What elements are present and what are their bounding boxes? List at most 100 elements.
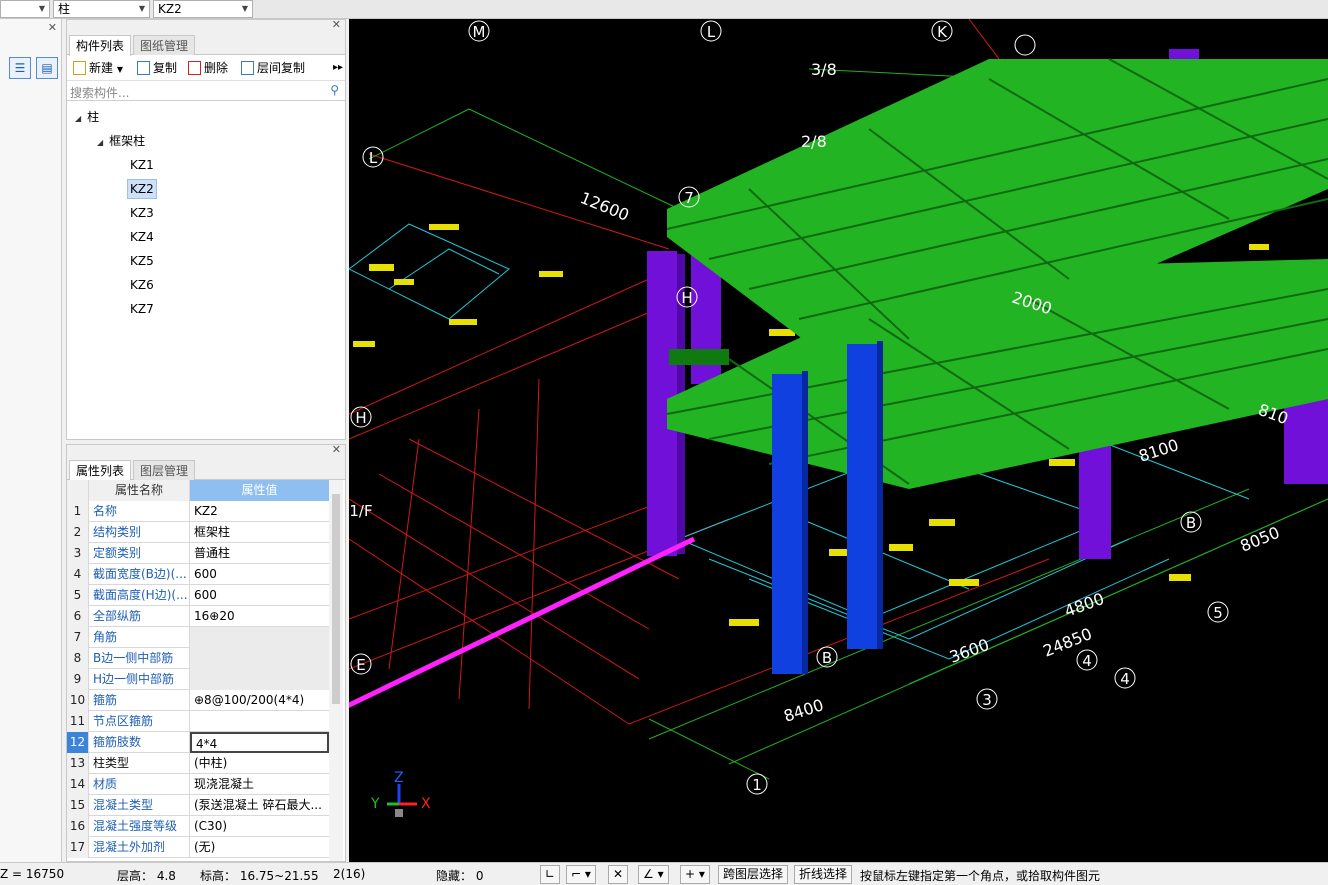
floor-copy-button[interactable]: 层间复制 — [241, 59, 305, 77]
property-value[interactable]: (泵送混凝土 碎石最大... — [190, 795, 329, 816]
property-row[interactable]: 1 名称 KZ2 — [67, 501, 329, 522]
property-value[interactable] — [190, 669, 329, 690]
axis-label: H — [681, 289, 692, 307]
property-row[interactable]: 14 材质 现浇混凝土 — [67, 774, 329, 795]
axis-label: 7 — [684, 189, 694, 207]
property-value[interactable]: (中柱) — [190, 753, 329, 774]
floor-height: 层高： 4.8 — [117, 869, 176, 883]
delete-button[interactable]: 删除 — [188, 59, 228, 77]
property-name: 混凝土外加剂 — [89, 837, 190, 858]
delete-icon — [188, 61, 201, 75]
polyline-select-button[interactable]: 折线选择 — [794, 865, 853, 884]
property-row[interactable]: 6 全部纵筋 16⊕20 — [67, 606, 329, 627]
offset-snap-icon[interactable]: + ▾ — [680, 865, 710, 884]
dimension-label: 12600 — [578, 188, 632, 225]
tree-node-column[interactable]: ◢ 柱 — [75, 107, 99, 127]
property-value[interactable]: 普通柱 — [190, 543, 329, 564]
component-type-combo[interactable]: 柱 ▼ — [53, 0, 150, 18]
property-value[interactable]: 框架柱 — [190, 522, 329, 543]
tree-item[interactable]: KZ7 — [130, 299, 154, 319]
component-name-combo[interactable]: KZ2 ▼ — [153, 0, 253, 18]
property-value[interactable]: 600 — [190, 585, 329, 606]
tree-item[interactable]: KZ5 — [130, 251, 154, 271]
layer-combo[interactable]: ▼ — [0, 0, 50, 18]
scrollbar-thumb[interactable] — [332, 494, 340, 704]
close-icon[interactable]: ✕ — [332, 445, 341, 456]
property-row[interactable]: 7 角筋 — [67, 627, 329, 648]
search-icon[interactable]: ⚲ — [330, 83, 339, 97]
property-name: B边一侧中部筋 — [89, 648, 190, 669]
property-row-number: 17 — [67, 837, 89, 858]
chevron-down-icon: ▼ — [116, 65, 123, 74]
property-name: 混凝土类型 — [89, 795, 190, 816]
property-name: 全部纵筋 — [89, 606, 190, 627]
new-button[interactable]: 新建 ▼ — [73, 59, 123, 77]
tree-node-frame-column[interactable]: ◢ 框架柱 — [97, 131, 145, 151]
property-value[interactable]: 600 — [190, 564, 329, 585]
property-value[interactable]: KZ2 — [190, 501, 329, 522]
close-icon[interactable]: ✕ — [48, 21, 57, 34]
ortho-snap-icon[interactable]: ∟ — [540, 865, 561, 884]
model-canvas[interactable]: M L K L H 1/F E B B 1 3 4 4 5 7 H 3/8 2/… — [349, 19, 1328, 862]
cross-snap-icon[interactable]: ✕ — [608, 865, 629, 884]
property-value[interactable]: (C30) — [190, 816, 329, 837]
component-toolbar: 新建 ▼ 复制 删除 层间复制 ▸▸ — [67, 55, 345, 81]
property-value[interactable] — [190, 711, 329, 732]
property-row-number: 2 — [67, 522, 89, 543]
list-view-icon[interactable]: ☰ — [9, 57, 31, 79]
search-input[interactable]: 搜索构件... — [70, 84, 129, 101]
property-row[interactable]: 8 B边一侧中部筋 — [67, 648, 329, 669]
detail-view-icon[interactable]: ▤ — [36, 57, 58, 79]
property-row[interactable]: 15 混凝土类型 (泵送混凝土 碎石最大... — [67, 795, 329, 816]
component-name-value: KZ2 — [158, 2, 182, 16]
angle-snap-icon[interactable]: ∠ ▾ — [638, 865, 669, 884]
chevron-down-icon: ▼ — [241, 4, 248, 13]
property-name: 结构类别 — [89, 522, 190, 543]
property-tabs: 属性列表 图层管理 — [67, 458, 345, 481]
property-row[interactable]: 9 H边一侧中部筋 — [67, 669, 329, 690]
close-icon[interactable]: ✕ — [332, 18, 341, 31]
tree-item[interactable]: KZ4 — [130, 227, 154, 247]
3d-model-viewport[interactable]: M L K L H 1/F E B B 1 3 4 4 5 7 H 3/8 2/… — [349, 19, 1328, 862]
property-value[interactable]: ⊕8@100/200(4*4) — [190, 690, 329, 711]
property-value[interactable]: 4*4 — [190, 732, 329, 753]
property-name: 材质 — [89, 774, 190, 795]
property-row[interactable]: 13 柱类型 (中柱) — [67, 753, 329, 774]
component-search[interactable]: 搜索构件... ⚲ — [67, 81, 345, 101]
property-row-number: 12 — [67, 732, 89, 753]
property-value[interactable]: 16⊕20 — [190, 606, 329, 627]
tree-item[interactable]: KZ3 — [130, 203, 154, 223]
property-row[interactable]: 16 混凝土强度等级 (C30) — [67, 816, 329, 837]
tree-item-selected[interactable]: KZ2 — [127, 179, 157, 199]
property-row[interactable]: 4 截面宽度(B边)(... 600 — [67, 564, 329, 585]
cross-floor-select-button[interactable]: 跨图层选择 — [718, 865, 789, 884]
property-row[interactable]: 12 箍筋肢数 4*4 — [67, 732, 329, 753]
tab-layer-management[interactable]: 图层管理 — [133, 460, 196, 480]
hidden-count: 隐藏： 0 — [436, 869, 484, 883]
tree-item[interactable]: KZ1 — [130, 155, 154, 175]
property-row[interactable]: 5 截面高度(H边)(... 600 — [67, 585, 329, 606]
snap-mode-icon[interactable]: ⌐ ▾ — [566, 865, 596, 884]
tree-node-label: 柱 — [87, 110, 100, 124]
property-row[interactable]: 3 定额类别 普通柱 — [67, 543, 329, 564]
chevron-down-icon: ▼ — [38, 4, 45, 13]
property-value[interactable]: 现浇混凝土 — [190, 774, 329, 795]
tree-item[interactable]: KZ6 — [130, 275, 154, 295]
property-row[interactable]: 17 混凝土外加剂 (无) — [67, 837, 329, 858]
copy-button[interactable]: 复制 — [137, 59, 177, 77]
property-scrollbar[interactable] — [329, 480, 343, 861]
tab-property-list[interactable]: 属性列表 — [69, 460, 132, 481]
property-value[interactable]: (无) — [190, 837, 329, 858]
more-icon[interactable]: ▸▸ — [333, 59, 343, 77]
property-row[interactable]: 10 箍筋 ⊕8@100/200(4*4) — [67, 690, 329, 711]
property-value[interactable] — [190, 627, 329, 648]
property-row[interactable]: 2 结构类别 框架柱 — [67, 522, 329, 543]
dimension-label: 3/8 — [811, 60, 837, 79]
tab-component-list[interactable]: 构件列表 — [69, 35, 132, 56]
delete-label: 删除 — [204, 61, 229, 75]
property-value[interactable] — [190, 648, 329, 669]
property-row[interactable]: 11 节点区箍筋 — [67, 711, 329, 732]
property-row-number: 10 — [67, 690, 89, 711]
tree-node-label: 框架柱 — [109, 134, 146, 148]
tab-drawing-management[interactable]: 图纸管理 — [133, 35, 196, 55]
